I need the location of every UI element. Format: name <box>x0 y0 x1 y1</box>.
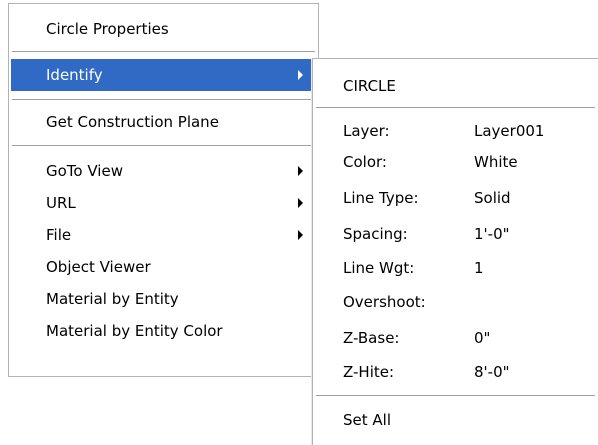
set-all-item[interactable]: Set All <box>343 405 594 436</box>
context-menu: Circle Properties Identify Get Construct… <box>8 3 319 377</box>
submenu-arrow-icon <box>298 198 303 208</box>
property-key: Overshoot: <box>343 293 426 311</box>
menu-item-get-construction-plane[interactable]: Get Construction Plane <box>11 106 316 138</box>
menu-item-object-viewer[interactable]: Object Viewer <box>11 251 316 283</box>
menu-item-url[interactable]: URL <box>11 187 316 219</box>
menu-item-label: Get Construction Plane <box>46 113 219 131</box>
menu-item-label: Object Viewer <box>46 258 151 276</box>
menu-item-file[interactable]: File <box>11 219 316 251</box>
menu-item-material-by-entity-color[interactable]: Material by Entity Color <box>11 315 316 347</box>
property-key: Line Wgt: <box>343 259 415 277</box>
menu-separator <box>12 145 315 147</box>
property-row-spacing[interactable]: Spacing: 1'-0" <box>343 219 594 250</box>
property-row-layer[interactable]: Layer: Layer001 <box>343 116 594 147</box>
property-value: 8'-0" <box>474 363 510 381</box>
menu-item-label: File <box>46 226 72 244</box>
menu-item-identify[interactable]: Identify <box>11 59 316 91</box>
property-key: Line Type: <box>343 189 419 207</box>
menu-item-label: URL <box>46 194 76 212</box>
property-key: Layer: <box>343 122 390 140</box>
property-value: White <box>474 153 518 171</box>
submenu-arrow-icon <box>298 166 303 176</box>
property-row-z-base[interactable]: Z-Base: 0" <box>343 323 594 354</box>
property-key: Z-Hite: <box>343 363 395 381</box>
menu-separator <box>12 51 315 53</box>
menu-separator <box>316 395 595 397</box>
property-value: 0" <box>474 329 491 347</box>
menu-item-label: Identify <box>46 66 103 84</box>
menu-separator <box>12 99 315 101</box>
menu-item-label: Material by Entity <box>46 290 179 308</box>
entity-type-heading: CIRCLE <box>343 77 396 95</box>
property-key: Spacing: <box>343 225 408 243</box>
property-value: Layer001 <box>474 122 545 140</box>
identify-submenu: CIRCLE Layer: Layer001 Color: White Line… <box>312 58 598 445</box>
property-key: Color: <box>343 153 387 171</box>
menu-item-goto-view[interactable]: GoTo View <box>11 155 316 187</box>
property-row-z-hite[interactable]: Z-Hite: 8'-0" <box>343 357 594 388</box>
menu-item-label: Material by Entity Color <box>46 322 223 340</box>
menu-item-label: Circle Properties <box>46 20 169 38</box>
menu-item-circle-properties[interactable]: Circle Properties <box>11 13 316 45</box>
property-value: Solid <box>474 189 511 207</box>
property-value: 1'-0" <box>474 225 510 243</box>
property-row-color[interactable]: Color: White <box>343 147 594 178</box>
property-key: Z-Base: <box>343 329 400 347</box>
menu-item-label: GoTo View <box>46 162 123 180</box>
menu-item-material-by-entity[interactable]: Material by Entity <box>11 283 316 315</box>
property-row-overshoot[interactable]: Overshoot: <box>343 287 594 318</box>
property-row-line-type[interactable]: Line Type: Solid <box>343 183 594 214</box>
submenu-arrow-icon <box>298 230 303 240</box>
submenu-arrow-icon <box>298 70 303 80</box>
property-value: 1 <box>474 259 484 277</box>
menu-separator <box>316 107 595 109</box>
property-row-line-wgt[interactable]: Line Wgt: 1 <box>343 253 594 284</box>
